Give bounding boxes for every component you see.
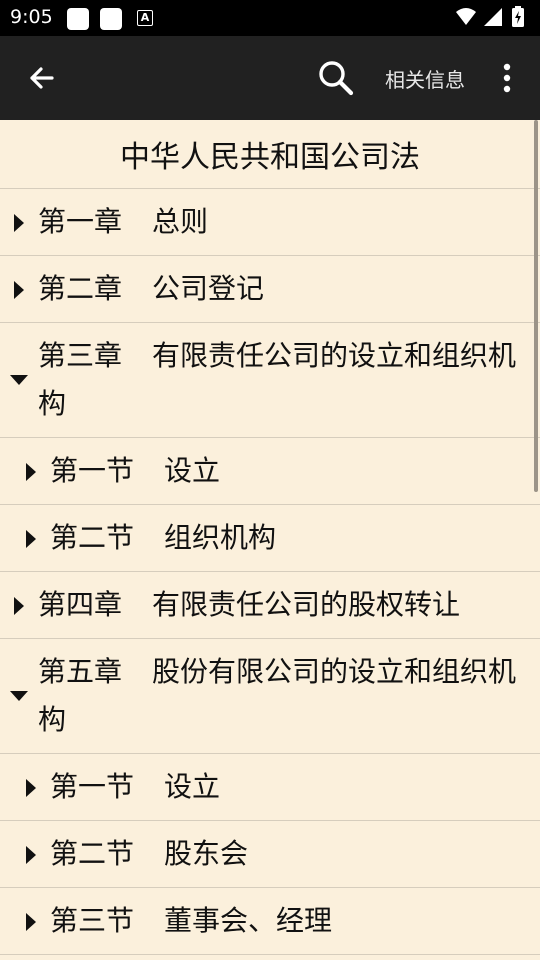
status-time: 9:05 <box>10 6 53 28</box>
toc-number: 第二节 <box>50 837 135 870</box>
collapsed-arrow-icon <box>26 913 36 931</box>
expanded-arrow-icon <box>10 375 28 385</box>
toc-number: 第三节 <box>50 904 135 937</box>
toc-title: 组织机构 <box>164 521 277 554</box>
toc-number: 第二章 <box>38 272 123 305</box>
toc-number: 第二节 <box>50 521 135 554</box>
collapsed-arrow-icon <box>26 530 36 548</box>
more-options-icon[interactable] <box>494 58 520 98</box>
toc-item-section-1[interactable]: 第一节 设立 <box>0 754 540 821</box>
signal-icon <box>484 8 502 26</box>
document-title: 中华人民共和国公司法 <box>0 120 540 189</box>
toc-title: 有限责任公司的股权转让 <box>152 588 461 621</box>
toc-item-chapter-4[interactable]: 第四章 有限责任公司的股权转让 <box>0 572 540 639</box>
toc-title: 总则 <box>152 205 209 238</box>
notification-a-icon: A <box>137 10 153 26</box>
toc-item-section-2[interactable]: 第二节 组织机构 <box>0 505 540 572</box>
notification-icon <box>100 8 122 30</box>
toc-title: 公司登记 <box>152 272 265 305</box>
search-icon[interactable] <box>314 56 358 100</box>
scrollbar[interactable] <box>534 120 538 492</box>
toc-number: 第一节 <box>50 770 135 803</box>
toc-item-section-3[interactable]: 第三节 董事会、经理 <box>0 888 540 955</box>
app-bar: 相关信息 <box>0 36 540 120</box>
toc-number: 第五章 <box>38 655 123 688</box>
toc-title: 设立 <box>164 770 221 803</box>
toc-number: 第一节 <box>50 454 135 487</box>
collapsed-arrow-icon <box>14 214 24 232</box>
wifi-icon <box>456 8 476 25</box>
notification-icon <box>67 8 89 30</box>
toc-item-chapter-5[interactable]: 第五章 股份有限公司的设立和组织机构 <box>0 639 540 754</box>
toc-item-chapter-2[interactable]: 第二章 公司登记 <box>0 256 540 323</box>
toc-title: 董事会、经理 <box>164 904 333 937</box>
expanded-arrow-icon <box>10 691 28 701</box>
toc-number: 第三章 <box>38 339 123 372</box>
toc-title: 设立 <box>164 454 221 487</box>
toc-item-chapter-1[interactable]: 第一章 总则 <box>0 189 540 256</box>
system-status-icons <box>456 6 524 27</box>
collapsed-arrow-icon <box>26 846 36 864</box>
collapsed-arrow-icon <box>26 463 36 481</box>
toc-number: 第四章 <box>38 588 123 621</box>
collapsed-arrow-icon <box>14 597 24 615</box>
related-info-button[interactable]: 相关信息 <box>385 64 465 93</box>
toc-number: 第一章 <box>38 205 123 238</box>
back-arrow-icon[interactable] <box>22 58 62 98</box>
table-of-contents: 中华人民共和国公司法 第一章 总则 第二章 公司登记 第三章 有限责任公司的设立和组织… <box>0 120 540 960</box>
collapsed-arrow-icon <box>14 281 24 299</box>
battery-icon <box>512 6 524 27</box>
toc-item-chapter-3[interactable]: 第三章 有限责任公司的设立和组织机构 <box>0 323 540 438</box>
toc-item-section-2[interactable]: 第二节 股东会 <box>0 821 540 888</box>
status-bar: 9:05 A <box>0 0 540 36</box>
toc-item-section-1[interactable]: 第一节 设立 <box>0 438 540 505</box>
toc-title: 股东会 <box>164 837 249 870</box>
collapsed-arrow-icon <box>26 779 36 797</box>
